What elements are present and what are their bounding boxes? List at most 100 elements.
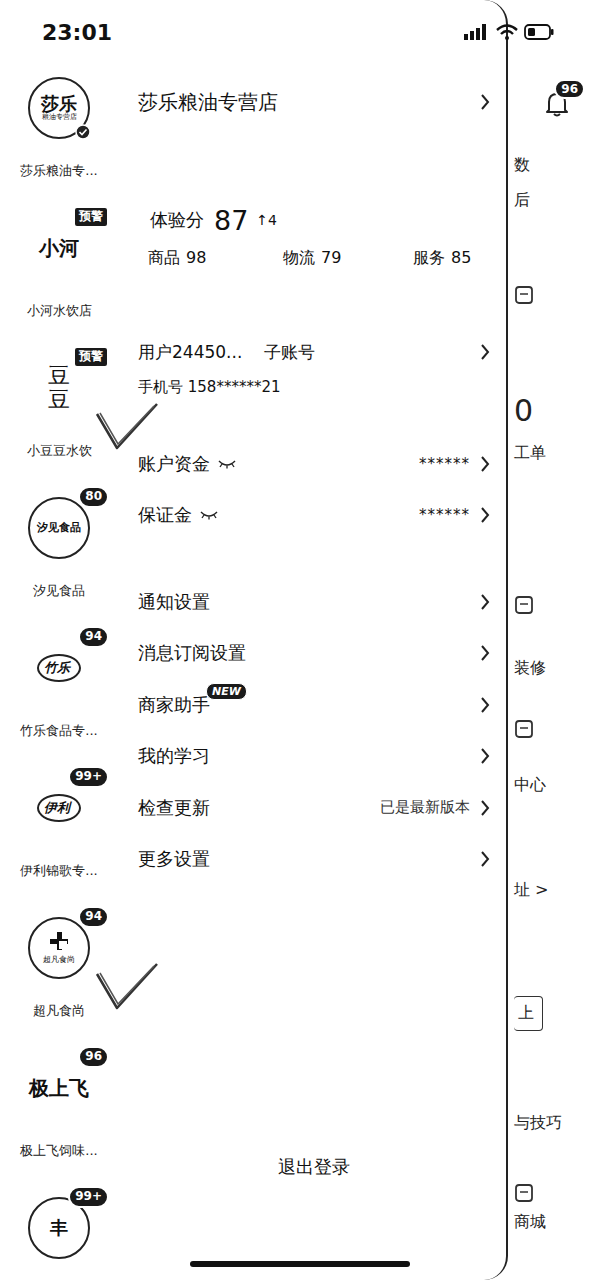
signal-icon (464, 24, 490, 40)
home-indicator (190, 1261, 410, 1267)
menu-label: 我的学习 (138, 744, 210, 768)
status-time: 23:01 (42, 20, 112, 45)
sub-score: 服务85 (413, 248, 490, 269)
menu-item[interactable]: 商家助手NEW (138, 679, 490, 731)
menu-label: 更多设置 (138, 847, 210, 871)
chevron-icon (480, 799, 490, 817)
logout-button[interactable]: 退出登录 (138, 1147, 490, 1187)
store-list: 莎乐粮油专营店莎乐粮油专...小河预警小河水饮店豆豆预警小豆豆水饮汐见食品80汐… (0, 64, 118, 1280)
store-item[interactable]: 汐见食品80汐见食品 (0, 484, 118, 624)
store-badge: 94 (78, 626, 109, 648)
fund-label: 账户资金 (138, 452, 210, 476)
page-text: 数 (514, 155, 530, 176)
store-name: 汐见食品 (33, 582, 85, 600)
user-phone: 手机号 158******21 (138, 372, 490, 402)
eye-closed-icon (200, 510, 218, 520)
store-badge: 99+ (68, 766, 109, 788)
sub-score: 物流79 (283, 248, 413, 269)
new-badge: NEW (206, 683, 247, 700)
fund-label: 保证金 (138, 503, 192, 527)
store-badge: 99+ (68, 1186, 109, 1208)
store-name: 极上飞饲味... (20, 1142, 97, 1160)
store-drawer: 23:01莎乐粮油专营店莎乐粮油专...小河预警小河水饮店豆豆预警小豆豆水饮汐见… (0, 0, 508, 1280)
store-logo: 莎乐粮油专营店 (27, 76, 91, 140)
battery-icon (524, 24, 554, 40)
menu-item[interactable]: 我的学习 (138, 731, 490, 783)
chevron-icon (480, 747, 490, 765)
logo-text: 极上飞 (29, 1075, 89, 1102)
account-panel: 莎乐粮油专营店体验分87↑4商品98物流79服务85用户24450...子账号手… (118, 64, 506, 1280)
app-icon (514, 718, 536, 740)
page-text: 中心 (514, 775, 546, 796)
menu-item[interactable]: 消息订阅设置 (138, 628, 490, 680)
fund-value: ****** (419, 455, 470, 473)
page-text: 后 (514, 190, 530, 211)
store-badge: 96 (78, 1046, 109, 1068)
notification-bell[interactable]: 96 (545, 91, 569, 117)
store-item[interactable]: 莎乐粮油专营店莎乐粮油专... (0, 64, 118, 204)
chevron-icon (480, 850, 490, 868)
store-item[interactable]: 丰99+ (0, 1184, 118, 1280)
fund-row[interactable]: 保证金 ****** (138, 489, 490, 540)
chevron-icon (480, 593, 490, 611)
store-logo: 小河预警 (27, 216, 91, 280)
chevron-icon (480, 644, 490, 662)
store-logo: 极上飞96 (27, 1056, 91, 1120)
store-item[interactable]: 伊利 99+ 伊利锦歌专... (0, 764, 118, 904)
store-logo: 汐见食品80 (27, 496, 91, 560)
store-logo: 竹乐94 (27, 636, 91, 700)
checkmark-icon (95, 962, 159, 1012)
store-item[interactable]: 小河预警小河水饮店 (0, 204, 118, 344)
user-row[interactable]: 用户24450...子账号 (138, 334, 490, 370)
score-value: 87 (214, 205, 248, 236)
store-logo: 超凡食尚94 (27, 916, 91, 980)
logo-text: 汐见食品 (37, 522, 81, 534)
page-text: 商城 (514, 1212, 546, 1233)
app-icon (514, 284, 536, 306)
store-item[interactable]: 超凡食尚94超凡食尚 (0, 904, 118, 1044)
page-text: 址 > (514, 880, 549, 901)
menu-item[interactable]: 更多设置 (138, 834, 490, 886)
bell-badge: 96 (554, 79, 585, 99)
store-name: 竹乐食品专... (20, 722, 97, 740)
app-icon (514, 1182, 536, 1204)
store-name: 小豆豆水饮 (27, 442, 92, 460)
cross-icon (49, 931, 69, 951)
logo-text: 伊利 (37, 794, 81, 822)
store-name: 莎乐粮油专... (20, 162, 97, 180)
logo-text: 豆豆 (48, 364, 70, 412)
store-name: 超凡食尚 (33, 1002, 85, 1020)
store-header[interactable]: 莎乐粮油专营店 (138, 64, 490, 140)
store-name: 伊利锦歌专... (20, 862, 97, 880)
store-item[interactable]: 竹乐94 竹乐食品专... (0, 624, 118, 764)
checkmark-icon (95, 402, 159, 452)
verified-mark (75, 124, 91, 140)
fund-row[interactable]: 账户资金 ****** (138, 438, 490, 489)
menu-item[interactable]: 通知设置 (138, 576, 490, 628)
page-text: 工单 (514, 443, 546, 464)
store-item[interactable]: 极上飞96极上飞饲味... (0, 1044, 118, 1184)
store-logo: 豆豆预警 (27, 356, 91, 420)
chevron-icon (480, 506, 490, 524)
chevron-icon (480, 455, 490, 473)
fund-value: ****** (419, 506, 470, 524)
menu-label: 检查更新 (138, 796, 210, 820)
chevron-icon (480, 343, 490, 361)
status-icons (464, 24, 554, 40)
sub-score: 商品98 (148, 248, 283, 269)
page-text: 与技巧 (514, 1113, 562, 1134)
eye-closed-icon (218, 459, 236, 469)
store-badge: 预警 (73, 346, 109, 368)
logo-text: 超凡食尚 (43, 954, 75, 965)
chevron-icon (480, 696, 490, 714)
store-name: 小河水饮店 (27, 302, 92, 320)
logo-subtext: 粮油专营店 (42, 114, 77, 122)
page-text: 装修 (514, 658, 546, 679)
store-badge: 预警 (73, 206, 109, 228)
store-logo: 丰99+ (27, 1196, 91, 1260)
experience-score: 体验分87↑4 (138, 202, 490, 238)
store-item[interactable]: 豆豆预警小豆豆水饮 (0, 344, 118, 484)
menu-item[interactable]: 检查更新已是最新版本 (138, 782, 490, 834)
score-label: 体验分 (150, 208, 204, 232)
store-title: 莎乐粮油专营店 (138, 89, 278, 116)
